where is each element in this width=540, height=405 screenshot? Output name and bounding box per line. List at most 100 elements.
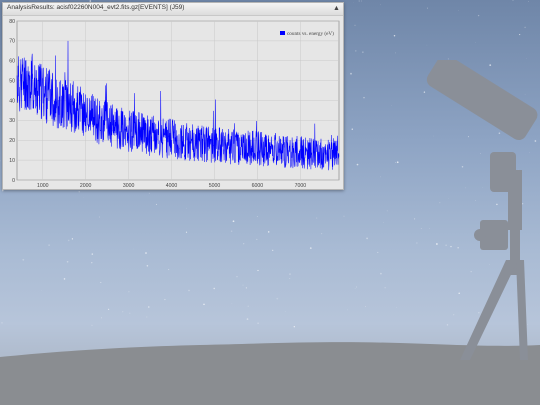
window-titlebar[interactable]: AnalysisResults: acisf02260N004_evt2.fit… (3, 3, 343, 16)
star (188, 289, 190, 292)
star (122, 311, 124, 313)
star (185, 231, 188, 233)
x-tick-label: 2000 (80, 183, 92, 189)
star (351, 128, 354, 130)
star (155, 203, 158, 205)
star (242, 284, 244, 286)
y-tick-label: 10 (9, 158, 15, 164)
y-tick-label: 40 (9, 98, 15, 104)
star (128, 291, 130, 293)
star (524, 26, 526, 29)
star (168, 269, 170, 271)
star (526, 58, 527, 59)
star (276, 297, 279, 300)
star (48, 244, 50, 246)
star (41, 290, 42, 292)
star (0, 160, 1, 162)
window-title: AnalysisResults: acisf02260N004_evt2.fit… (7, 4, 185, 11)
star (365, 306, 366, 308)
star (477, 14, 480, 17)
star (83, 197, 85, 198)
star (309, 247, 312, 249)
triangle-up-icon[interactable]: ▲ (332, 4, 341, 13)
counts-energy-chart: 0 10 20 30 40 50 60 70 80 1000 2000 3000 4000 5000 600… (9, 19, 340, 189)
y-tick-label: 0 (12, 178, 15, 184)
star (267, 231, 270, 233)
star (257, 269, 259, 272)
star (186, 207, 187, 209)
star (347, 309, 348, 311)
x-tick-label: 3000 (123, 183, 135, 189)
y-tick-label: 20 (9, 138, 15, 144)
star (528, 1, 529, 2)
x-tick-label: 1000 (37, 183, 49, 189)
star (133, 248, 134, 250)
star (316, 217, 318, 219)
star (354, 288, 356, 289)
star (362, 51, 364, 53)
star (380, 176, 381, 178)
x-tick-label: 4000 (166, 183, 178, 189)
star (393, 35, 396, 37)
star (355, 50, 357, 52)
star (380, 272, 382, 275)
star (91, 253, 94, 255)
star (354, 24, 356, 26)
star (232, 220, 235, 223)
star (289, 278, 291, 279)
star (146, 316, 148, 318)
y-tick-label: 30 (9, 118, 15, 124)
star (414, 218, 416, 220)
star (343, 215, 345, 217)
star (380, 4, 381, 6)
star (256, 238, 258, 240)
star (213, 287, 215, 290)
star (243, 243, 245, 245)
star (107, 308, 110, 310)
x-tick-label: 6000 (252, 183, 264, 189)
star (356, 163, 359, 166)
star (360, 0, 362, 2)
star (245, 287, 248, 289)
legend-swatch (280, 31, 285, 35)
star (145, 252, 147, 254)
star (363, 96, 365, 99)
star (426, 7, 429, 9)
star (272, 249, 274, 251)
star (256, 215, 258, 218)
star (1, 322, 3, 324)
star (71, 238, 74, 240)
star (358, 0, 360, 2)
star (284, 310, 286, 312)
legend-label: counts vs. energy (eV) (287, 30, 334, 37)
star (66, 260, 69, 263)
star (67, 239, 70, 242)
star (377, 251, 379, 253)
star (426, 44, 428, 46)
star (289, 273, 291, 275)
star (396, 161, 399, 164)
star (231, 303, 233, 305)
star (350, 72, 352, 75)
star (416, 242, 418, 244)
ground (0, 357, 540, 405)
star (230, 230, 233, 233)
star (320, 232, 323, 235)
star (101, 317, 103, 319)
star (512, 0, 514, 2)
star (366, 237, 368, 240)
star (386, 210, 388, 212)
star (293, 326, 295, 328)
star (519, 34, 521, 36)
star (384, 287, 386, 289)
star (78, 191, 80, 193)
star (63, 278, 66, 280)
y-tick-label: 80 (9, 19, 15, 25)
analysis-results-window[interactable]: AnalysisResults: acisf02260N004_evt2.fit… (2, 2, 344, 190)
star (164, 298, 166, 301)
star (91, 262, 93, 264)
star (129, 312, 131, 314)
star (475, 42, 476, 43)
star (148, 192, 150, 194)
star (257, 322, 259, 325)
